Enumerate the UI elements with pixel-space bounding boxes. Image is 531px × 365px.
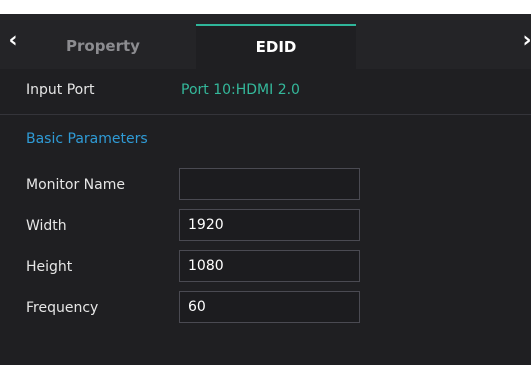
height-field[interactable]: [179, 250, 360, 282]
chevron-right-icon[interactable]: ›: [517, 24, 531, 58]
height-label: Height: [26, 259, 73, 275]
tab-edid[interactable]: EDID: [196, 24, 356, 70]
tab-property[interactable]: Property: [36, 24, 186, 69]
chevron-left-icon[interactable]: ‹: [0, 24, 26, 58]
section-title-basic-parameters: Basic Parameters: [26, 131, 148, 147]
frequency-field[interactable]: [179, 291, 360, 323]
width-field[interactable]: [179, 209, 360, 241]
tab-bar: ‹ Property EDID ›: [0, 14, 531, 70]
input-port-value: Port 10:HDMI 2.0: [181, 82, 300, 98]
monitor-name-label: Monitor Name: [26, 177, 125, 193]
monitor-name-field[interactable]: [179, 168, 360, 200]
edid-panel: ‹ Property EDID › Input Port Port 10:HDM…: [0, 14, 531, 365]
input-port-label: Input Port: [26, 82, 95, 98]
frequency-label: Frequency: [26, 300, 99, 316]
width-label: Width: [26, 218, 67, 234]
input-port-row: Input Port Port 10:HDMI 2.0: [0, 69, 531, 115]
